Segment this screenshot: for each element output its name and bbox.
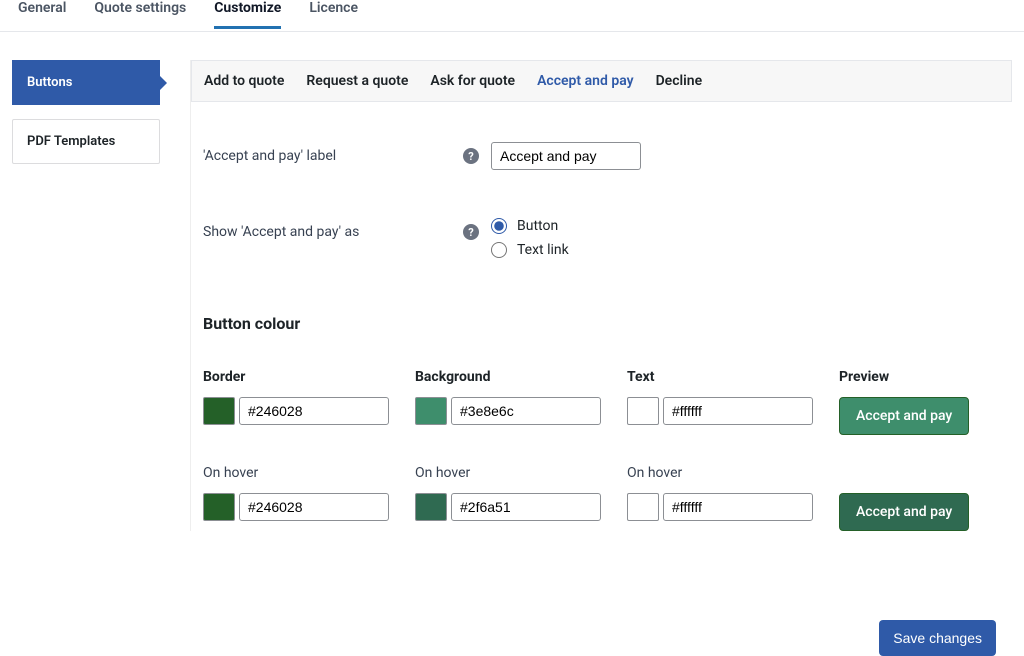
main-panel: Add to quote Request a quote Ask for quo… [190,60,1012,531]
row-show-as: Show 'Accept and pay' as ? Button Text l… [191,218,1012,266]
sub-tab-accept-and-pay[interactable]: Accept and pay [537,73,633,89]
input-background-hover-hex[interactable] [451,493,601,521]
swatch-background-hover[interactable] [415,493,447,521]
swatch-text-hover[interactable] [627,493,659,521]
sidebar-item-pdf-templates[interactable]: PDF Templates [12,119,160,164]
radio-label-button: Button [517,218,558,234]
tab-customize[interactable]: Customize [214,0,281,29]
input-border-hex[interactable] [239,397,389,425]
sub-tab-request-quote[interactable]: Request a quote [306,73,408,89]
input-text-hex[interactable] [663,397,813,425]
swatch-border[interactable] [203,397,235,425]
label-accept-pay-label: 'Accept and pay' label [203,142,463,164]
col-head-text: Text [627,369,839,385]
swatch-text[interactable] [627,397,659,425]
tab-licence[interactable]: Licence [309,0,358,26]
radio-label-text-link: Text link [517,242,569,258]
preview-button-normal: Accept and pay [839,397,969,435]
help-icon[interactable]: ? [463,148,479,164]
col-head-preview: Preview [839,369,1000,385]
save-row: Save changes [879,620,996,656]
preview-hover-spacer [839,465,1000,481]
swatch-border-hover[interactable] [203,493,235,521]
radio-text-link[interactable] [491,242,507,258]
sub-tab-ask-for-quote[interactable]: Ask for quote [430,73,515,89]
input-accept-pay-label[interactable] [491,142,641,170]
input-border-hover-hex[interactable] [239,493,389,521]
swatch-background[interactable] [415,397,447,425]
sidebar-item-buttons[interactable]: Buttons [12,60,160,105]
color-grid: Border Background Text [191,369,1012,531]
input-background-hex[interactable] [451,397,601,425]
label-on-hover-text: On hover [627,465,839,481]
tab-general[interactable]: General [18,0,66,26]
label-on-hover-bg: On hover [415,465,627,481]
col-head-border: Border [203,369,415,385]
radio-button[interactable] [491,218,507,234]
layout: Buttons PDF Templates Add to quote Reque… [0,32,1024,531]
sub-tab-decline[interactable]: Decline [656,73,703,89]
input-text-hover-hex[interactable] [663,493,813,521]
label-show-as: Show 'Accept and pay' as [203,218,463,240]
section-title-button-colour: Button colour [191,314,1012,333]
radio-option-button[interactable]: Button [491,218,1000,234]
radio-option-text-link[interactable]: Text link [491,242,1000,258]
save-button[interactable]: Save changes [879,620,996,656]
row-accept-pay-label: 'Accept and pay' label ? [191,142,1012,170]
sub-tabs: Add to quote Request a quote Ask for quo… [191,60,1012,102]
col-head-background: Background [415,369,627,385]
top-tabs: General Quote settings Customize Licence [0,0,1024,32]
preview-button-hover: Accept and pay [839,493,969,531]
tab-quote-settings[interactable]: Quote settings [94,0,186,26]
sidebar: Buttons PDF Templates [12,60,160,531]
sub-tab-add-to-quote[interactable]: Add to quote [204,73,284,89]
label-on-hover-border: On hover [203,465,415,481]
help-icon[interactable]: ? [463,224,479,240]
